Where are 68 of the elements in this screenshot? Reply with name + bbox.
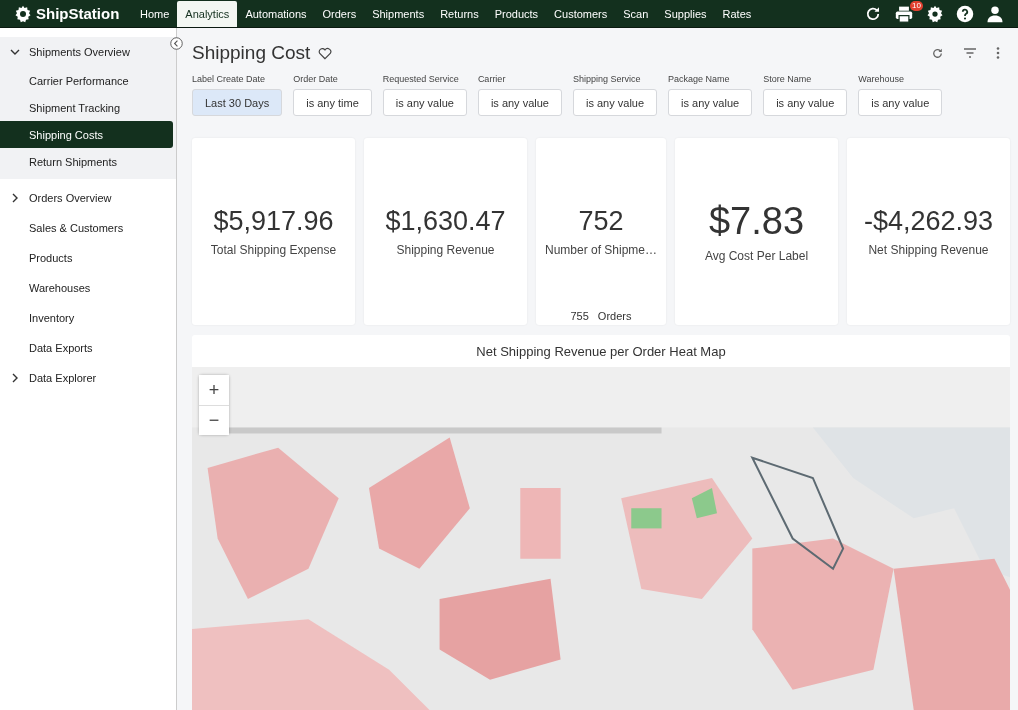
filter-label: Carrier — [477, 74, 507, 84]
metric-value: $5,917.96 — [213, 206, 334, 237]
filter-button[interactable]: is any value — [382, 89, 467, 116]
sidebar-item[interactable]: Data Exports — [0, 333, 176, 363]
sidebar-item[interactable]: Products — [0, 243, 176, 273]
nav-tab[interactable]: Home — [132, 0, 178, 27]
filter-label: Warehouse — [858, 74, 905, 84]
filter-button[interactable]: is any value — [572, 89, 658, 116]
filter-icon[interactable] — [963, 48, 977, 58]
nav-tab[interactable]: Analytics — [177, 1, 238, 27]
nav-tab[interactable]: Customers — [546, 0, 616, 27]
metric-value: -$4,262.93 — [863, 206, 994, 237]
metric-value: 752 — [578, 206, 624, 237]
sidebar-group[interactable]: Data Explorer — [0, 363, 176, 393]
filter-label: Order Date — [293, 74, 339, 84]
filter-button[interactable]: is any value — [477, 89, 562, 116]
order-unit: Orders — [597, 310, 632, 322]
sidebar-item[interactable]: Return Shipments — [0, 148, 173, 175]
gear-logo-icon — [14, 4, 32, 23]
nav-tab[interactable]: Shipments — [364, 0, 433, 27]
filter-button[interactable]: is any value — [763, 89, 848, 116]
sidebar-item[interactable]: Sales & Customers — [0, 213, 176, 243]
sidebar-item[interactable]: Shipping Costs — [0, 121, 173, 148]
order-count: 755 — [570, 310, 589, 322]
chevron-right-icon — [10, 373, 20, 383]
sidebar-item[interactable]: Shipment Tracking — [0, 94, 173, 121]
settings-icon[interactable] — [926, 4, 944, 23]
filter-label: Package Name — [668, 74, 731, 84]
collapse-icon[interactable] — [170, 37, 183, 50]
filter-label: Store Name — [763, 74, 813, 84]
filter-button[interactable]: is any value — [858, 89, 943, 116]
filter-label: Shipping Service — [572, 74, 642, 84]
metric-label: Number of Shipme… — [544, 243, 657, 257]
user-icon[interactable] — [986, 4, 1004, 23]
nav-tab[interactable]: Supplies — [656, 0, 715, 27]
nav-tab[interactable]: Scan — [615, 0, 657, 27]
sidebar-item[interactable]: Carrier Performance — [0, 67, 173, 94]
metric-value: $7.83 — [708, 200, 805, 243]
metric-label: Shipping Revenue — [396, 243, 495, 257]
nav-tab[interactable]: Returns — [432, 0, 487, 27]
nav-tab[interactable]: Orders — [314, 0, 365, 27]
sidebar-item[interactable]: Warehouses — [0, 273, 176, 303]
help-icon[interactable] — [956, 4, 974, 23]
nav-tab[interactable]: Automations — [237, 0, 315, 27]
page-title: Shipping Cost — [192, 42, 311, 64]
more-icon[interactable] — [996, 47, 1000, 59]
metric-value: $1,630.47 — [385, 206, 506, 237]
chevron-down-icon — [10, 47, 20, 57]
metric-label: Avg Cost Per Label — [704, 249, 809, 263]
filter-button[interactable]: Last 30 Days — [192, 89, 283, 116]
chevron-right-icon — [10, 193, 20, 203]
printer-icon[interactable] — [894, 4, 914, 23]
sidebar-group[interactable]: Orders Overview — [0, 183, 176, 213]
filter-label: Label Create Date — [192, 74, 267, 84]
heart-icon[interactable] — [318, 46, 333, 60]
filter-button[interactable]: is any value — [668, 89, 753, 116]
filter-label: Requested Service — [382, 74, 460, 84]
filter-button[interactable]: is any time — [293, 89, 372, 116]
zoom-out-button[interactable]: − — [199, 405, 229, 435]
zoom-in-button[interactable]: + — [199, 375, 229, 405]
nav-tab[interactable]: Rates — [714, 0, 760, 27]
nav-tab[interactable]: Products — [486, 0, 547, 27]
notification-badge: 10 — [910, 0, 923, 11]
sidebar-item[interactable]: Inventory — [0, 303, 176, 333]
brand-name[interactable]: ShipStation — [36, 5, 120, 22]
map-title: Net Shipping Revenue per Order Heat Map — [475, 343, 727, 361]
metric-label: Net Shipping Revenue — [868, 243, 989, 257]
metric-label: Total Shipping Expense — [210, 243, 337, 257]
